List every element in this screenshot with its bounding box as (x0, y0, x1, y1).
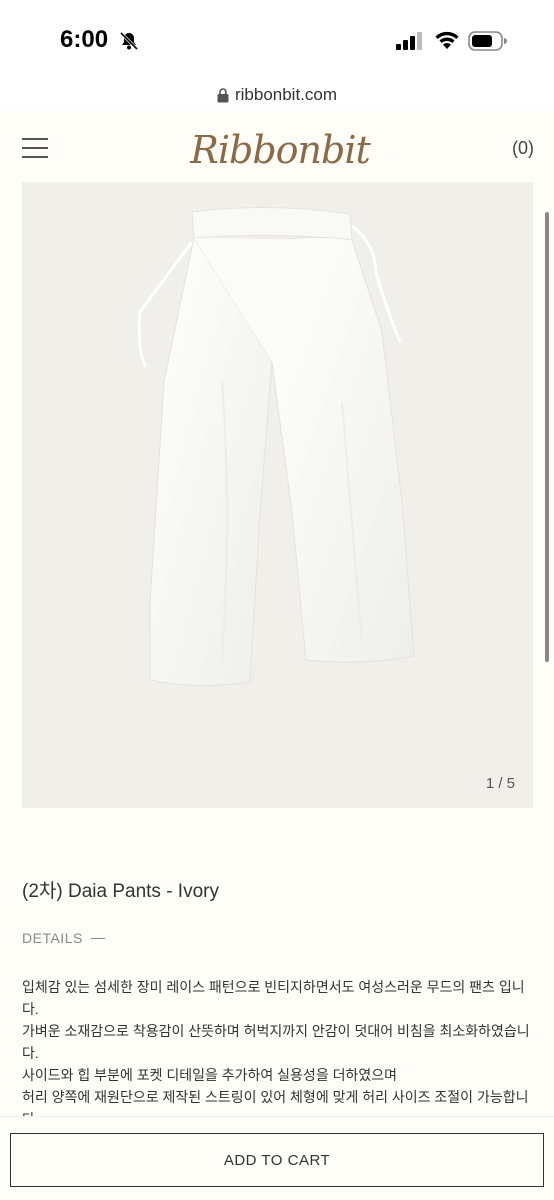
lock-icon (217, 87, 229, 102)
description-line: 사이드와 힙 부분에 포켓 디테일을 추가하여 실용성을 더하였으며 (22, 1067, 397, 1083)
product-photo (137, 206, 415, 687)
site-logo[interactable]: Ribbonbit (190, 122, 371, 178)
bell-muted-icon (119, 31, 139, 51)
collapse-dash-icon (90, 937, 105, 939)
description-line: 입체감 있는 섬세한 장미 레이스 패턴으로 빈티지하면서도 여성스러운 무드의… (22, 979, 525, 1017)
product-description: 입체감 있는 섬세한 장미 레이스 패턴으로 빈티지하면서도 여성스러운 무드의… (22, 976, 536, 1120)
product-title: (2차) Daia Pants - Ivory (22, 881, 219, 902)
product-image-gallery[interactable]: 1 / 5 (22, 182, 533, 808)
site-header: Ribbonbit (0) (0, 112, 554, 182)
cart-count[interactable]: (0) (512, 138, 534, 159)
cellular-signal-icon (396, 32, 422, 50)
url-text: ribbonbit.com (234, 85, 338, 104)
status-bar: 6:00 (0, 0, 554, 80)
details-toggle[interactable]: DETAILS (22, 930, 105, 946)
address-bar[interactable]: ribbonbit.com (0, 80, 554, 110)
battery-icon (468, 31, 507, 51)
hamburger-menu-icon[interactable] (22, 138, 48, 158)
image-counter: 1 / 5 (485, 775, 515, 792)
scrollbar[interactable] (545, 212, 549, 662)
wifi-icon (435, 31, 459, 49)
add-to-cart-button[interactable]: ADD TO CART (10, 1133, 544, 1187)
status-time: 6:00 (60, 26, 109, 53)
sticky-cart-bar: ADD TO CART (0, 1116, 554, 1200)
details-label: DETAILS (22, 930, 83, 946)
description-line: 가벼운 소재감으로 착용감이 산뜻하며 허벅지까지 안감이 덧대어 비침을 최소… (22, 1023, 530, 1061)
description-line: 허리 양쪽에 재원단으로 제작된 스트링이 있어 체형에 맞게 허리 사이즈 조… (22, 1089, 529, 1120)
